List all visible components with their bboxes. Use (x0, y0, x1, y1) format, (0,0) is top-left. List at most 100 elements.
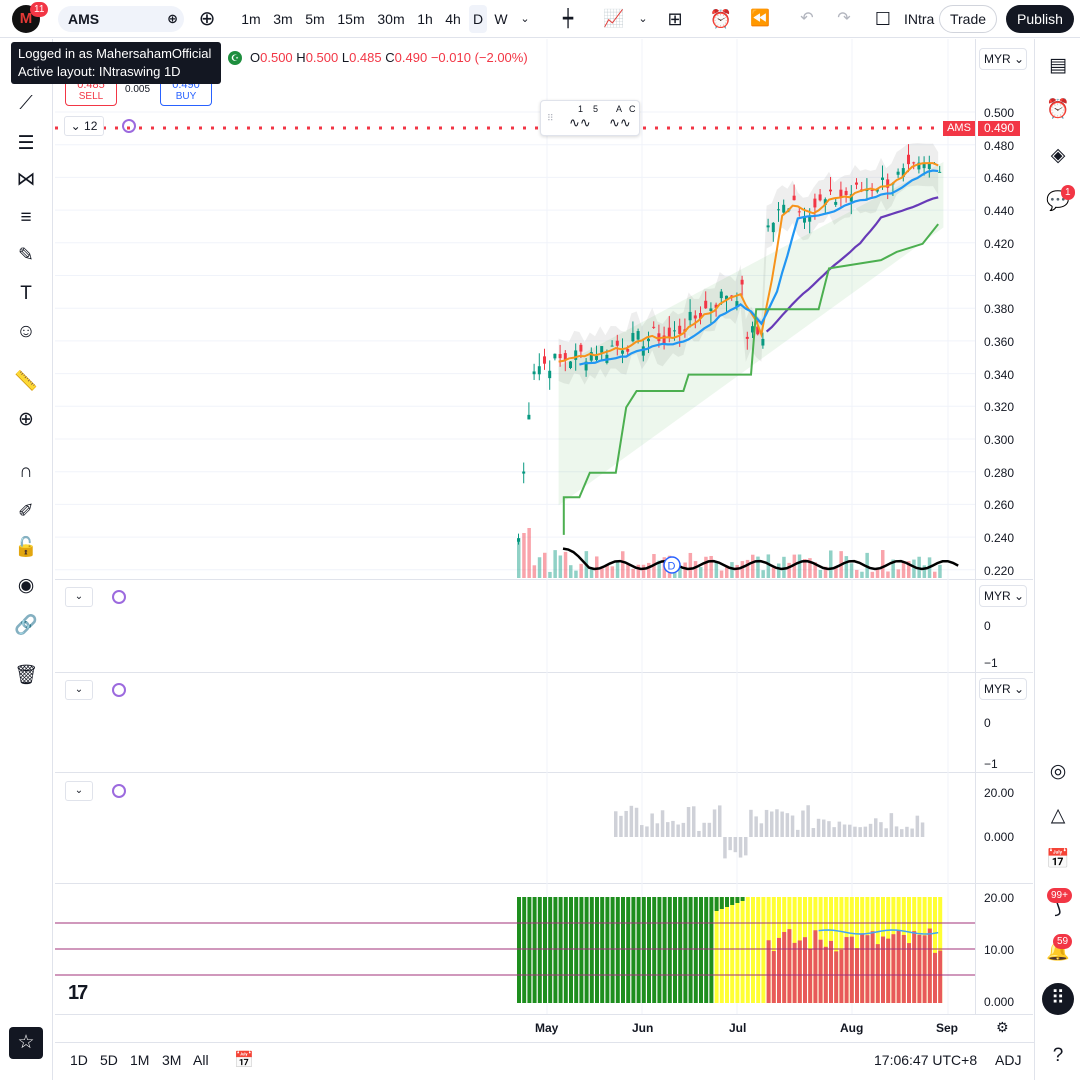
trash-icon[interactable]: 🗑 (13, 663, 39, 689)
pane3-sync-icon[interactable] (112, 683, 126, 697)
pane2-sync-icon[interactable] (112, 590, 126, 604)
interval-30m[interactable]: 30m (374, 5, 408, 33)
stack-bar (740, 897, 745, 901)
indicators-icon[interactable]: 📈 (600, 5, 628, 33)
candle-body (610, 345, 614, 347)
range-1m[interactable]: 1M (130, 1052, 149, 1068)
volume-bar (912, 559, 916, 578)
pane5-tick: 20.00 (984, 891, 1015, 905)
compare-symbol-icon[interactable]: ⊕ (194, 5, 220, 33)
layout-name[interactable]: INtra (904, 5, 938, 33)
chart-canvas[interactable]: D (55, 39, 975, 1014)
candle-body (636, 331, 640, 340)
candle-body (704, 300, 708, 309)
volume-bar (641, 564, 646, 578)
candles-chart-type-icon[interactable]: ┿ (555, 5, 581, 33)
unlock-icon[interactable]: 🔓 (13, 535, 39, 561)
fib-icon[interactable]: ≡ (13, 205, 39, 231)
drag-handle-icon[interactable]: ⠿ (547, 113, 554, 124)
candle-body (553, 353, 557, 359)
pane3-collapse-button[interactable]: ⌄ (65, 680, 93, 700)
candle-body (938, 171, 942, 173)
star-favorites-icon[interactable]: ☆ (9, 1027, 43, 1059)
range-all[interactable]: All (193, 1052, 209, 1068)
eye-icon[interactable]: ◉ (13, 573, 39, 599)
currency-selector[interactable]: MYR ⌄ (979, 48, 1027, 70)
wave-pattern-icon[interactable]: ∿∿ (569, 115, 591, 131)
draw-lock-icon[interactable]: ✐ (13, 499, 39, 525)
help-icon[interactable]: ? (1045, 1043, 1071, 1069)
candle-body (855, 182, 858, 185)
fullscreen-icon[interactable]: ☐ (871, 5, 895, 33)
sell-label: SELL (78, 91, 104, 102)
publish-button[interactable]: Publish (1006, 5, 1074, 33)
chevron-down-icon[interactable]: ⌄ (634, 5, 652, 33)
price-tick: 0.480 (984, 138, 1015, 153)
date-range-icon[interactable]: 📅 (234, 1050, 254, 1070)
zoom-in-icon[interactable]: ⊕ (13, 407, 39, 433)
pattern-label-1: 1 (578, 104, 584, 114)
trade-button[interactable]: Trade (939, 5, 997, 33)
pane4-sync-icon[interactable] (112, 784, 126, 798)
symbol-search[interactable]: AMS ⊕ (58, 6, 184, 32)
volume-bar (704, 556, 708, 578)
histogram-bar (624, 810, 628, 837)
text-tool-icon[interactable]: T (13, 281, 39, 307)
undo-icon[interactable]: ↶ (795, 5, 819, 33)
stack-bar (652, 897, 657, 1003)
range-3m[interactable]: 3M (162, 1052, 181, 1068)
pattern-toolbar[interactable]: ⠿ 1 5 ∿∿ A C ∿∿ (540, 100, 640, 136)
sync-icon[interactable] (122, 119, 136, 133)
replay-icon[interactable]: ⏪ (747, 5, 773, 33)
alerts-clock-icon[interactable]: ⏰ (1045, 97, 1071, 123)
candle-body (652, 326, 656, 328)
link-icon[interactable]: 🔗 (13, 613, 39, 639)
speedometer-icon[interactable]: ◎ (1045, 759, 1071, 785)
calendar-icon[interactable]: 📅 (1045, 847, 1071, 873)
interval-d[interactable]: D (469, 5, 487, 33)
high-value: 0.500 (305, 50, 339, 65)
stack-bar (688, 897, 693, 1003)
layers-icon[interactable]: ◈ (1045, 143, 1071, 169)
pane3-currency-selector[interactable]: MYR ⌄ (979, 678, 1027, 700)
pane3-tick: 0 (984, 716, 991, 730)
interval-1m[interactable]: 1m (238, 5, 264, 33)
stack-bar (579, 897, 584, 1003)
candle-body (771, 222, 775, 233)
pyramid-icon[interactable]: △ (1045, 803, 1071, 829)
range-1d[interactable]: 1D (70, 1052, 88, 1068)
interval-w[interactable]: W (492, 5, 510, 33)
settings-gear-icon[interactable]: ⚙ (996, 1019, 1009, 1036)
candle-body (579, 344, 583, 352)
volume-bar (683, 562, 687, 578)
adj-toggle[interactable]: ADJ (995, 1052, 1021, 1068)
emoji-icon[interactable]: ☺ (13, 319, 39, 345)
apps-grid-icon[interactable]: ⠿ (1042, 983, 1074, 1015)
stack-bar (543, 897, 547, 1003)
interval-3m[interactable]: 3m (270, 5, 296, 33)
alert-clock-icon[interactable]: ⏰ (707, 5, 735, 33)
magnet-icon[interactable]: ∩ (13, 459, 39, 485)
ruler-icon[interactable]: 📏 (13, 369, 39, 395)
redo-icon[interactable]: ↷ (832, 5, 856, 33)
abc-pattern-icon[interactable]: ∿∿ (609, 115, 631, 131)
pane2-collapse-button[interactable]: ⌄ (65, 587, 93, 607)
horizontal-lines-icon[interactable]: ☰ (13, 131, 39, 157)
interval-1h[interactable]: 1h (414, 5, 436, 33)
add-to-watchlist-icon[interactable]: ⊕ (167, 6, 178, 32)
chevron-down-icon[interactable]: ⌄ (516, 5, 534, 33)
range-5d[interactable]: 5D (100, 1052, 118, 1068)
pane2-currency-selector[interactable]: MYR ⌄ (979, 585, 1027, 607)
layout-grid-icon[interactable]: ⊞ (662, 5, 688, 33)
interval-4h[interactable]: 4h (442, 5, 464, 33)
indicator-collapse-button[interactable]: ⌄ 12 (64, 116, 104, 136)
histogram-bar (728, 837, 732, 851)
chat-badge: 1 (1061, 185, 1075, 200)
trend-line-icon[interactable]: ⟋ (13, 91, 39, 117)
interval-15m[interactable]: 15m (335, 5, 367, 33)
pane4-collapse-button[interactable]: ⌄ (65, 781, 93, 801)
brush-icon[interactable]: ✎ (13, 243, 39, 269)
pattern-icon[interactable]: ⋈ (13, 167, 39, 193)
watchlist-icon[interactable]: ▤ (1045, 53, 1071, 79)
interval-5m[interactable]: 5m (302, 5, 328, 33)
